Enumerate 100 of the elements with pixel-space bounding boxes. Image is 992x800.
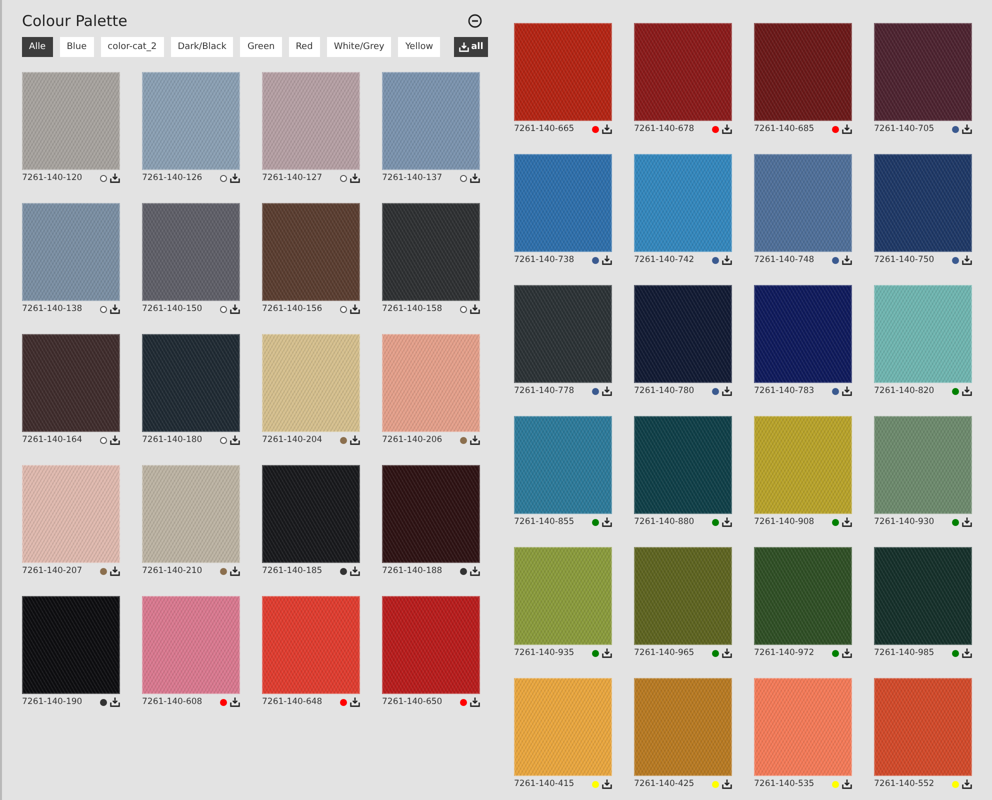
fabric-swatch[interactable] bbox=[874, 416, 972, 514]
collapse-icon[interactable] bbox=[468, 14, 482, 28]
download-icon[interactable] bbox=[722, 386, 732, 396]
download-icon[interactable] bbox=[722, 779, 732, 789]
download-icon[interactable] bbox=[842, 255, 852, 265]
download-icon[interactable] bbox=[842, 124, 852, 134]
download-icon[interactable] bbox=[110, 566, 120, 576]
fabric-swatch[interactable] bbox=[634, 416, 732, 514]
download-icon[interactable] bbox=[602, 779, 612, 789]
fabric-swatch[interactable] bbox=[874, 23, 972, 121]
fabric-swatch[interactable] bbox=[22, 596, 120, 694]
swatch-code: 7261-140-204 bbox=[262, 435, 324, 445]
fabric-swatch[interactable] bbox=[22, 334, 120, 432]
fabric-swatch[interactable] bbox=[634, 547, 732, 645]
download-icon[interactable] bbox=[842, 779, 852, 789]
download-all-button[interactable]: all bbox=[454, 37, 488, 57]
download-icon[interactable] bbox=[842, 517, 852, 527]
filter-tab[interactable]: Yellow bbox=[398, 37, 440, 57]
download-icon[interactable] bbox=[962, 517, 972, 527]
swatch-code: 7261-140-207 bbox=[22, 566, 84, 576]
download-icon[interactable] bbox=[230, 173, 240, 183]
fabric-swatch[interactable] bbox=[754, 23, 852, 121]
fabric-swatch[interactable] bbox=[382, 334, 480, 432]
fabric-swatch[interactable] bbox=[514, 678, 612, 776]
filter-tab[interactable]: Red bbox=[288, 37, 320, 57]
download-icon[interactable] bbox=[602, 648, 612, 658]
download-icon[interactable] bbox=[470, 173, 480, 183]
filter-tab[interactable]: Blue bbox=[60, 37, 94, 57]
fabric-swatch[interactable] bbox=[754, 416, 852, 514]
fabric-swatch[interactable] bbox=[514, 23, 612, 121]
fabric-swatch[interactable] bbox=[142, 596, 240, 694]
fabric-swatch[interactable] bbox=[874, 547, 972, 645]
fabric-swatch[interactable] bbox=[514, 154, 612, 252]
fabric-swatch[interactable] bbox=[514, 547, 612, 645]
fabric-swatch[interactable] bbox=[382, 596, 480, 694]
download-icon[interactable] bbox=[350, 566, 360, 576]
fabric-swatch[interactable] bbox=[262, 596, 360, 694]
fabric-swatch[interactable] bbox=[22, 465, 120, 563]
download-icon[interactable] bbox=[602, 124, 612, 134]
download-icon[interactable] bbox=[110, 697, 120, 707]
download-icon[interactable] bbox=[842, 386, 852, 396]
download-icon[interactable] bbox=[842, 648, 852, 658]
fabric-swatch[interactable] bbox=[382, 203, 480, 301]
download-icon[interactable] bbox=[602, 386, 612, 396]
fabric-swatch[interactable] bbox=[514, 416, 612, 514]
download-icon[interactable] bbox=[350, 435, 360, 445]
download-icon[interactable] bbox=[722, 255, 732, 265]
fabric-swatch[interactable] bbox=[634, 154, 732, 252]
fabric-swatch[interactable] bbox=[754, 154, 852, 252]
fabric-swatch[interactable] bbox=[874, 285, 972, 383]
fabric-swatch[interactable] bbox=[382, 72, 480, 170]
fabric-swatch[interactable] bbox=[634, 285, 732, 383]
filter-tab[interactable]: color-cat_2 bbox=[100, 37, 164, 57]
fabric-swatch[interactable] bbox=[874, 154, 972, 252]
download-icon[interactable] bbox=[230, 566, 240, 576]
fabric-swatch[interactable] bbox=[262, 72, 360, 170]
download-icon[interactable] bbox=[962, 124, 972, 134]
fabric-swatch[interactable] bbox=[142, 203, 240, 301]
download-icon[interactable] bbox=[962, 255, 972, 265]
fabric-swatch[interactable] bbox=[142, 465, 240, 563]
download-icon[interactable] bbox=[110, 435, 120, 445]
download-icon[interactable] bbox=[602, 517, 612, 527]
fabric-swatch[interactable] bbox=[142, 334, 240, 432]
download-icon[interactable] bbox=[470, 435, 480, 445]
filter-tab[interactable]: Alle bbox=[22, 37, 53, 57]
download-icon[interactable] bbox=[230, 435, 240, 445]
fabric-swatch[interactable] bbox=[874, 678, 972, 776]
download-icon[interactable] bbox=[470, 566, 480, 576]
fabric-swatch[interactable] bbox=[514, 285, 612, 383]
fabric-swatch[interactable] bbox=[262, 465, 360, 563]
download-icon[interactable] bbox=[470, 304, 480, 314]
fabric-swatch[interactable] bbox=[754, 547, 852, 645]
fabric-swatch[interactable] bbox=[262, 203, 360, 301]
download-icon[interactable] bbox=[110, 173, 120, 183]
download-icon[interactable] bbox=[722, 648, 732, 658]
filter-tab[interactable]: Dark/Black bbox=[170, 37, 234, 57]
download-icon[interactable] bbox=[350, 304, 360, 314]
fabric-swatch[interactable] bbox=[634, 678, 732, 776]
filter-tab[interactable]: White/Grey bbox=[326, 37, 392, 57]
fabric-swatch[interactable] bbox=[754, 678, 852, 776]
fabric-swatch[interactable] bbox=[22, 72, 120, 170]
download-icon[interactable] bbox=[722, 517, 732, 527]
download-icon[interactable] bbox=[230, 304, 240, 314]
download-icon[interactable] bbox=[962, 779, 972, 789]
download-icon[interactable] bbox=[470, 697, 480, 707]
fabric-swatch[interactable] bbox=[634, 23, 732, 121]
download-icon[interactable] bbox=[350, 697, 360, 707]
fabric-swatch[interactable] bbox=[754, 285, 852, 383]
fabric-swatch[interactable] bbox=[142, 72, 240, 170]
download-icon[interactable] bbox=[962, 648, 972, 658]
download-icon[interactable] bbox=[230, 697, 240, 707]
fabric-swatch[interactable] bbox=[262, 334, 360, 432]
download-icon[interactable] bbox=[110, 304, 120, 314]
download-icon[interactable] bbox=[350, 173, 360, 183]
download-icon[interactable] bbox=[962, 386, 972, 396]
filter-tab[interactable]: Green bbox=[240, 37, 282, 57]
download-icon[interactable] bbox=[722, 124, 732, 134]
download-icon[interactable] bbox=[602, 255, 612, 265]
fabric-swatch[interactable] bbox=[22, 203, 120, 301]
fabric-swatch[interactable] bbox=[382, 465, 480, 563]
